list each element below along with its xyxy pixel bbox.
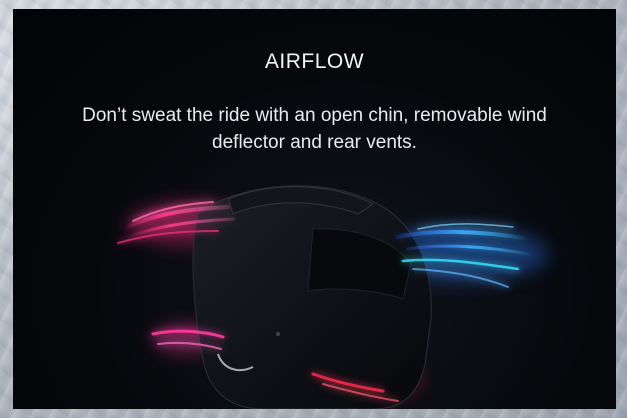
airflow-feature-panel: AIRFLOW Don’t sweat the ride with an ope…: [13, 9, 616, 409]
feature-description: Don’t sweat the ride with an open chin, …: [82, 105, 547, 153]
feature-title: AIRFLOW: [264, 50, 365, 73]
helmet-rivet: [275, 331, 281, 337]
helmet-airflow-image: [117, 185, 548, 409]
